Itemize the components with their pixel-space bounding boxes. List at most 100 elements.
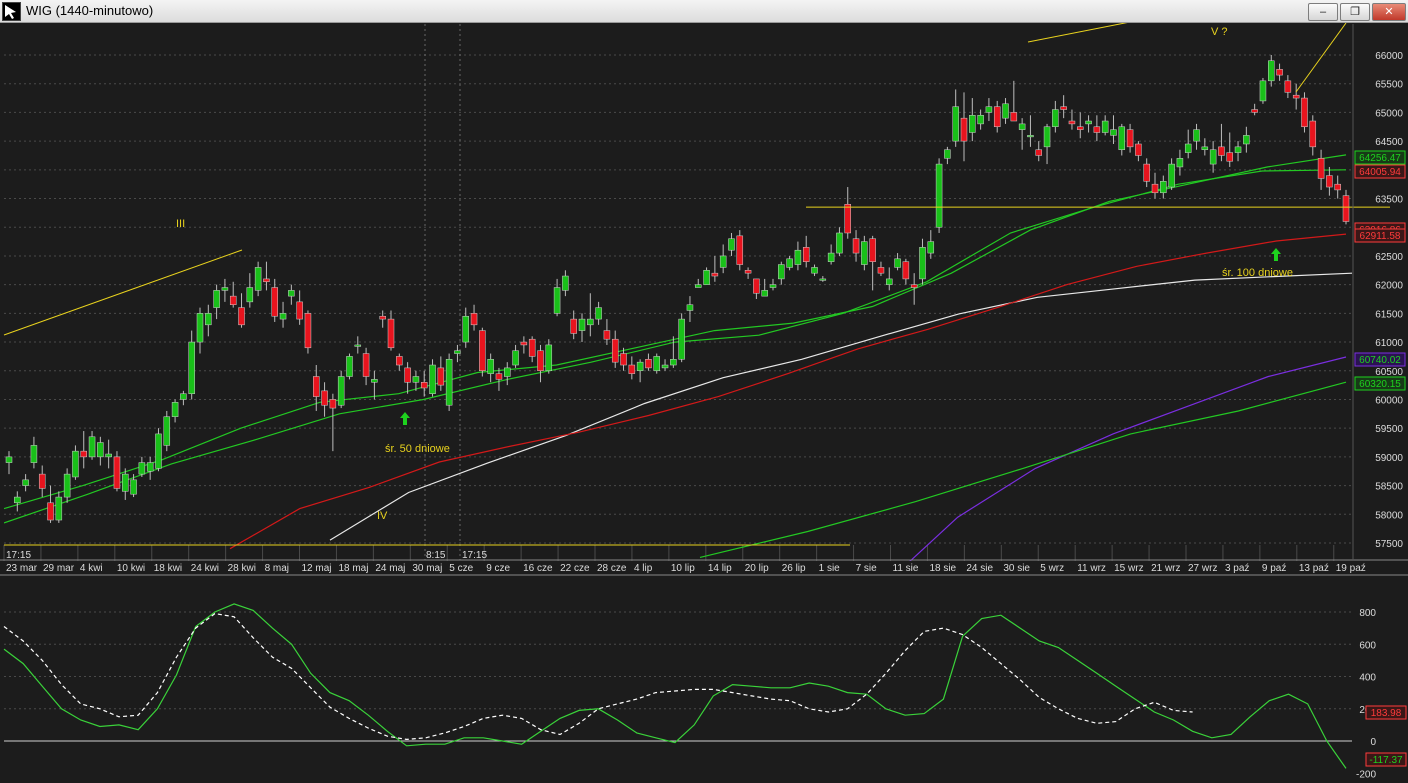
candle-up xyxy=(130,479,137,495)
close-button[interactable]: ✕ xyxy=(1372,3,1406,21)
candle-down xyxy=(753,278,760,294)
candle-up xyxy=(1176,158,1184,168)
candle-down xyxy=(1309,120,1317,148)
ma50-note: śr. 50 dniowe xyxy=(385,443,450,455)
candle-up xyxy=(553,287,561,314)
candle-down xyxy=(313,376,320,397)
candle-up xyxy=(819,278,827,281)
app-icon[interactable] xyxy=(2,2,21,21)
y-tick-label: 64500 xyxy=(1375,137,1403,148)
y-tick-label: 58500 xyxy=(1375,482,1403,493)
candle-down xyxy=(1284,80,1292,93)
candle-up xyxy=(695,284,702,288)
candle-up xyxy=(786,258,793,268)
x-tick-label: 24 kwi xyxy=(191,563,219,574)
candle-up xyxy=(761,290,768,297)
candle-down xyxy=(420,381,428,389)
x-tick-label: 28 cze xyxy=(597,563,627,574)
candle-down xyxy=(603,330,611,340)
candle-up xyxy=(371,379,378,383)
x-tick-label: 20 lip xyxy=(745,563,769,574)
candle-up xyxy=(171,402,179,417)
y-tick-label: 60500 xyxy=(1375,367,1403,378)
candle-down xyxy=(362,353,370,377)
osc-y-tick-label: -200 xyxy=(1356,769,1376,778)
candle-up xyxy=(1043,126,1051,148)
x-tick-label: 12 maj xyxy=(302,563,332,574)
x-tick-label: 24 sie xyxy=(966,563,993,574)
candle-up xyxy=(22,479,29,486)
maximize-button[interactable]: ❐ xyxy=(1340,3,1370,21)
candle-up xyxy=(1085,120,1092,125)
x-tick-label: 1 sie xyxy=(819,563,841,574)
candle-up xyxy=(562,275,569,291)
x-tick-label: 9 cze xyxy=(486,563,510,574)
candle-up xyxy=(155,433,162,469)
candle-down xyxy=(1251,109,1258,113)
y-tick-label: 59000 xyxy=(1375,453,1403,464)
candle-down xyxy=(1093,126,1101,133)
price-chart[interactable]: III IV V ? śr. 50 dniowe śr. 100 dniowe 5750… xyxy=(0,21,1408,780)
candle-up xyxy=(769,284,777,288)
candle-down xyxy=(479,330,486,372)
candle-up xyxy=(578,318,586,331)
candle-up xyxy=(935,163,943,228)
x-tick-label: 8 maj xyxy=(265,563,289,574)
osc-y-tick-label: 800 xyxy=(1359,608,1376,619)
x-tick-label: 22 cze xyxy=(560,563,590,574)
chart-area: III IV V ? śr. 50 dniowe śr. 100 dniowe 5750… xyxy=(0,21,1408,780)
y-tick-label: 65000 xyxy=(1375,108,1403,119)
x-tick-label: 26 lip xyxy=(782,563,806,574)
x-tick-label: 18 sie xyxy=(929,563,956,574)
candle-up xyxy=(886,278,893,285)
candle-up xyxy=(778,264,785,280)
candle-down xyxy=(960,117,968,142)
candle-up xyxy=(794,249,802,265)
candle-down xyxy=(744,270,752,274)
candle-up xyxy=(122,473,129,492)
candle-up xyxy=(985,106,993,113)
candle-up xyxy=(163,416,171,446)
candle-down xyxy=(520,341,528,346)
candle-up xyxy=(30,445,38,463)
osc-y-tick-label: 600 xyxy=(1359,640,1376,651)
candle-up xyxy=(5,456,13,463)
candle-down xyxy=(1326,175,1333,188)
x-tick-label: 29 mar xyxy=(43,563,75,574)
candle-down xyxy=(1151,183,1159,194)
candle-down xyxy=(1068,120,1076,125)
candle-up xyxy=(346,356,353,377)
candle-up xyxy=(919,247,926,280)
price-label: 60740.02 xyxy=(1359,355,1401,366)
x-tick-label: 5 wrz xyxy=(1040,563,1064,574)
candle-down xyxy=(1292,94,1300,99)
wave-label-iii: III xyxy=(176,218,185,230)
candle-down xyxy=(80,450,87,458)
candle-down xyxy=(570,318,577,334)
candle-down xyxy=(271,287,278,317)
price-label: 60320.15 xyxy=(1359,379,1401,390)
price-label: 64005.94 xyxy=(1359,167,1401,178)
price-label: 64256.47 xyxy=(1359,153,1401,164)
candle-up xyxy=(1027,135,1034,138)
minimize-button[interactable]: – xyxy=(1308,3,1338,21)
ma100-note: śr. 100 dniowe xyxy=(1222,267,1293,279)
candle-down xyxy=(296,301,303,320)
candle-up xyxy=(587,318,594,326)
candle-up xyxy=(811,267,818,274)
candle-up xyxy=(429,364,436,394)
y-tick-label: 58000 xyxy=(1375,510,1403,521)
candle-up xyxy=(703,270,710,285)
candle-up xyxy=(1268,60,1275,82)
candle-down xyxy=(802,247,810,262)
candle-up xyxy=(487,359,494,374)
window-title: WIG (1440-minutowo) xyxy=(26,3,154,18)
candle-down xyxy=(263,278,270,283)
candle-down xyxy=(387,318,395,349)
candle-down xyxy=(844,204,851,234)
candle-down xyxy=(1226,152,1233,162)
candle-down xyxy=(238,307,245,326)
candle-up xyxy=(1168,163,1175,188)
x-tick-label: 19 paź xyxy=(1336,563,1366,574)
x-tick-label: 4 lip xyxy=(634,563,653,574)
